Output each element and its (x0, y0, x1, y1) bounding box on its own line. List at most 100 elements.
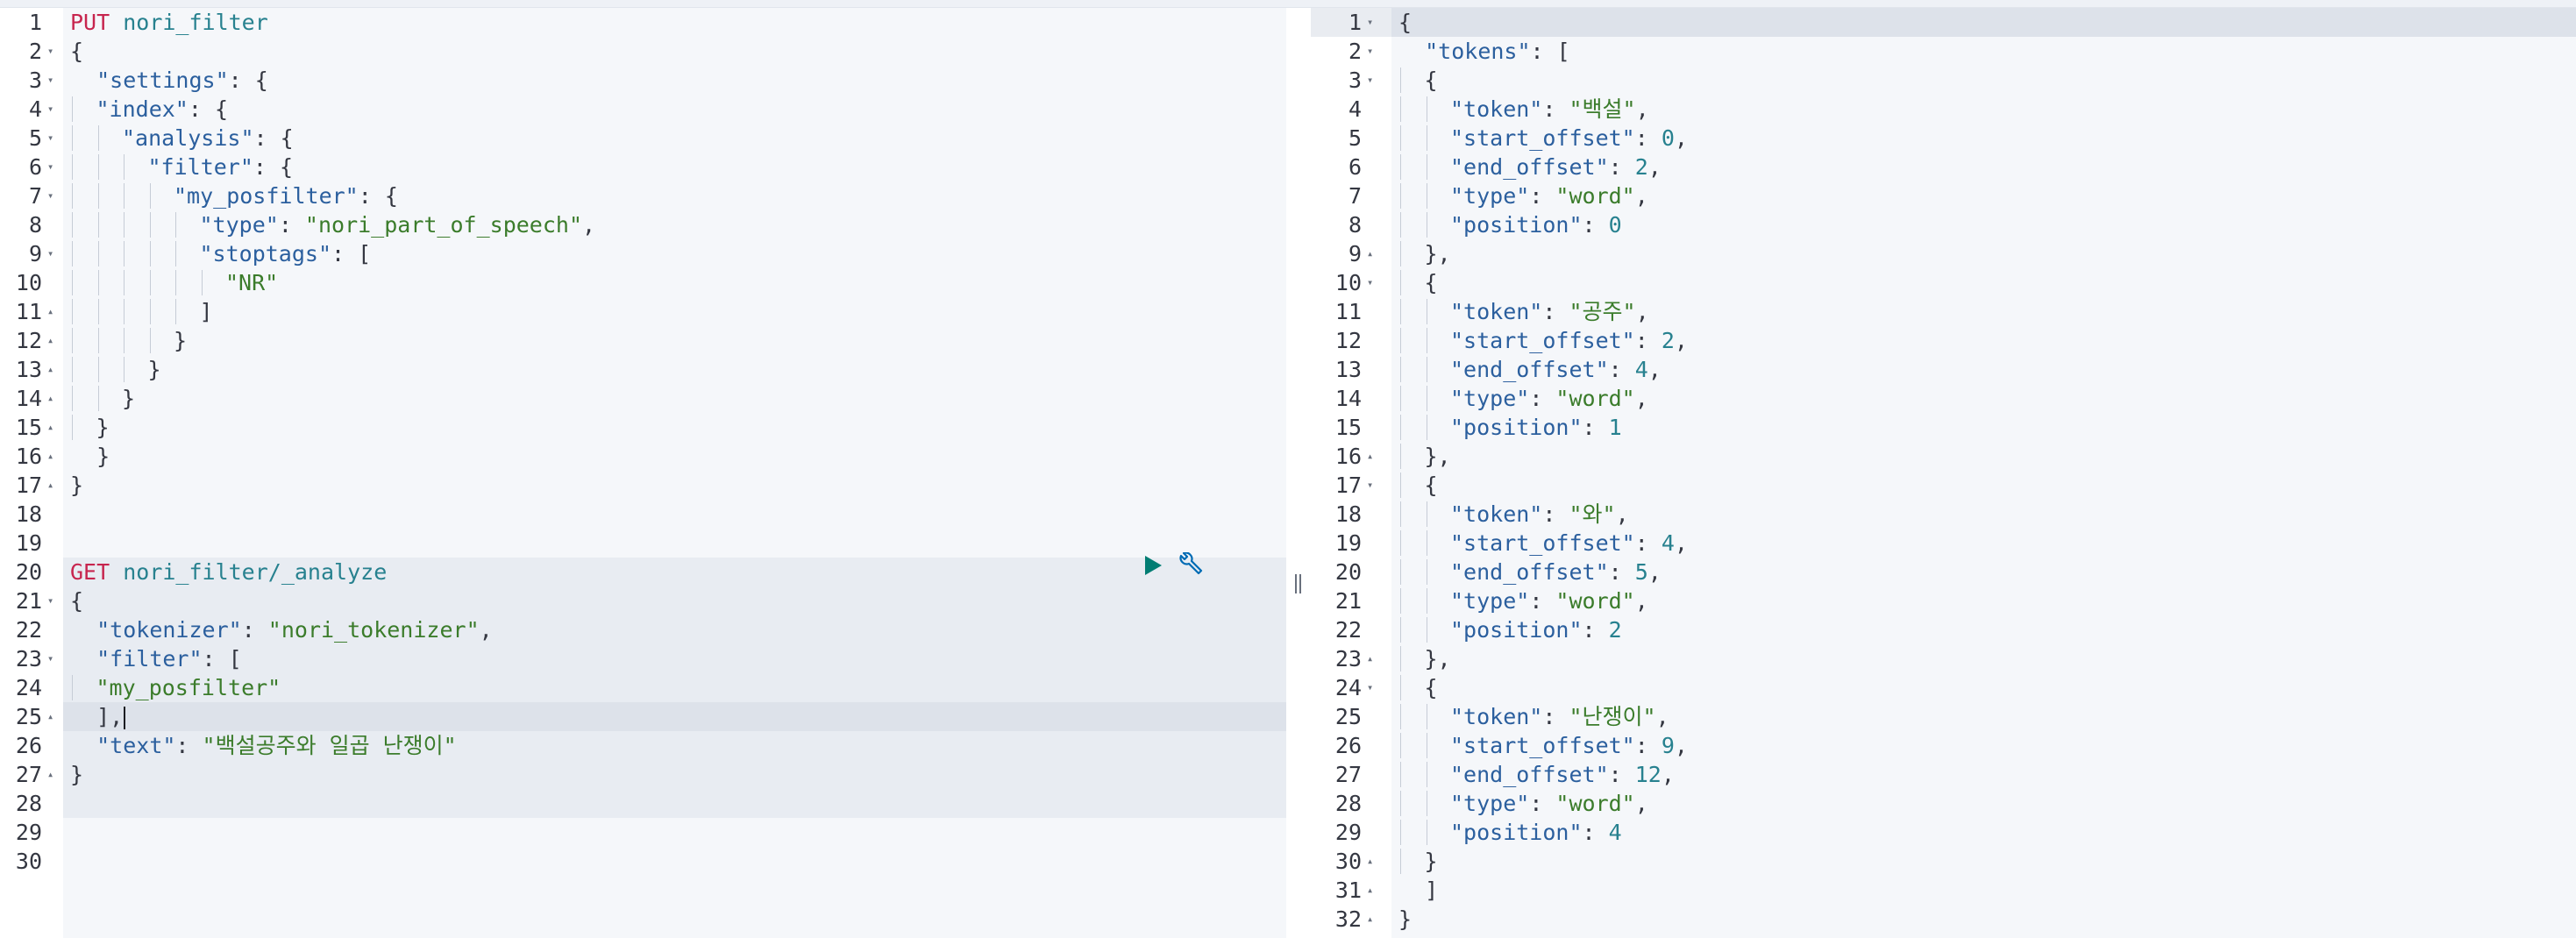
request-code-line[interactable]: GET nori_filter/_analyze (63, 558, 1286, 586)
response-code-line[interactable]: "position": 0 (1391, 210, 2576, 239)
fold-close-icon[interactable]: ▴ (47, 384, 53, 413)
request-code-line[interactable]: } (63, 442, 1286, 471)
request-code-line[interactable]: ] (63, 297, 1286, 326)
fold-open-icon[interactable]: ▾ (1367, 673, 1373, 702)
response-code-line[interactable]: "start_offset": 9, (1391, 731, 2576, 760)
fold-open-icon[interactable]: ▾ (47, 181, 53, 210)
response-code-line[interactable]: "type": "word", (1391, 384, 2576, 413)
fold-close-icon[interactable]: ▴ (47, 760, 53, 789)
response-code-line[interactable]: "end_offset": 5, (1391, 558, 2576, 586)
response-viewer[interactable]: 1 ▾ 2 ▾ 3 ▾ 4 5 6 7 8 9 ▴ 10 ▾ 11 12 13 14 15 16 ▴ 17 ▾ 18 19 20 21… (1311, 8, 2576, 938)
request-code-line[interactable] (63, 818, 1286, 847)
response-code-line[interactable]: { (1391, 268, 2576, 297)
request-editor[interactable]: 1 2 ▾ 3 ▾ 4 ▾ 5 ▾ 6 ▾ 7 ▾ 8 9 ▾ 10 11 ▴ 12 ▴ 13 ▴ 14 ▴ 15 ▴ 16 ▴ 17 ▴ 1… (0, 8, 1286, 938)
fold-open-icon[interactable]: ▾ (47, 95, 53, 124)
wrench-settings-button[interactable] (1177, 552, 1203, 579)
request-code-line[interactable]: "my_posfilter" (63, 673, 1286, 702)
request-code-line[interactable] (63, 529, 1286, 558)
request-code-line[interactable]: { (63, 586, 1286, 615)
response-code-line[interactable]: "type": "word", (1391, 586, 2576, 615)
response-code-line[interactable]: ] (1391, 876, 2576, 905)
request-code-line[interactable]: } (63, 384, 1286, 413)
fold-open-icon[interactable]: ▾ (1367, 471, 1373, 500)
response-code-line[interactable]: { (1391, 673, 2576, 702)
response-code-line[interactable]: "end_offset": 4, (1391, 355, 2576, 384)
request-code-line[interactable]: "analysis": { (63, 124, 1286, 153)
request-code-line[interactable]: "settings": { (63, 66, 1286, 95)
fold-close-icon[interactable]: ▴ (47, 297, 53, 326)
request-code-line[interactable] (63, 847, 1286, 876)
request-code-line[interactable]: } (63, 326, 1286, 355)
response-code-line[interactable]: }, (1391, 239, 2576, 268)
request-code-line[interactable]: PUT nori_filter (63, 8, 1286, 37)
fold-open-icon[interactable]: ▾ (47, 37, 53, 66)
response-code-line[interactable]: }, (1391, 644, 2576, 673)
request-code-line[interactable]: "type": "nori_part_of_speech", (63, 210, 1286, 239)
response-code-line[interactable]: "type": "word", (1391, 789, 2576, 818)
response-code-line[interactable]: "start_offset": 0, (1391, 124, 2576, 153)
response-code-line[interactable]: "position": 2 (1391, 615, 2576, 644)
request-code-line[interactable]: "filter": { (63, 153, 1286, 181)
request-code-line[interactable]: } (63, 355, 1286, 384)
response-code-line[interactable]: "token": "난쟁이", (1391, 702, 2576, 731)
fold-close-icon[interactable]: ▴ (47, 413, 53, 442)
fold-close-icon[interactable]: ▴ (1367, 442, 1373, 471)
fold-close-icon[interactable]: ▴ (47, 702, 53, 731)
response-code-line[interactable]: { (1391, 8, 2576, 37)
response-code-line[interactable]: { (1391, 471, 2576, 500)
request-code-line[interactable]: } (63, 760, 1286, 789)
response-code-line[interactable]: "token": "와", (1391, 500, 2576, 529)
fold-open-icon[interactable]: ▾ (1367, 37, 1373, 66)
response-code-line[interactable]: }, (1391, 442, 2576, 471)
response-code-line[interactable]: "end_offset": 2, (1391, 153, 2576, 181)
request-code-line[interactable]: } (63, 471, 1286, 500)
response-code-line[interactable]: "token": "공주", (1391, 297, 2576, 326)
fold-close-icon[interactable]: ▴ (1367, 905, 1373, 934)
fold-open-icon[interactable]: ▾ (47, 586, 53, 615)
fold-close-icon[interactable]: ▴ (47, 326, 53, 355)
fold-close-icon[interactable]: ▴ (47, 355, 53, 384)
request-code-line[interactable]: "text": "백설공주와 일곱 난쟁이" (63, 731, 1286, 760)
request-code-area[interactable]: PUT nori_filter{ "settings": {"index": {… (63, 8, 1286, 938)
pane-splitter[interactable] (1286, 8, 1311, 938)
fold-open-icon[interactable]: ▾ (47, 239, 53, 268)
fold-close-icon[interactable]: ▴ (1367, 644, 1373, 673)
request-code-line[interactable]: { (63, 37, 1286, 66)
resize-handle-icon[interactable] (1295, 574, 1302, 593)
fold-close-icon[interactable]: ▴ (1367, 876, 1373, 905)
response-code-line[interactable]: "type": "word", (1391, 181, 2576, 210)
request-code-line[interactable]: "index": { (63, 95, 1286, 124)
response-code-line[interactable]: } (1391, 847, 2576, 876)
fold-close-icon[interactable]: ▴ (1367, 239, 1373, 268)
fold-open-icon[interactable]: ▾ (1367, 66, 1373, 95)
fold-open-icon[interactable]: ▾ (47, 153, 53, 181)
fold-close-icon[interactable]: ▴ (47, 442, 53, 471)
response-code-line[interactable]: } (1391, 905, 2576, 934)
response-code-line[interactable]: "token": "백설", (1391, 95, 2576, 124)
fold-open-icon[interactable]: ▾ (1367, 268, 1373, 297)
request-code-line[interactable]: } (63, 413, 1286, 442)
fold-open-icon[interactable]: ▾ (47, 66, 53, 95)
request-code-line[interactable]: "NR" (63, 268, 1286, 297)
request-code-line[interactable]: "my_posfilter": { (63, 181, 1286, 210)
response-code-area[interactable]: { "tokens": [{"token": "백설", "start_offse… (1391, 8, 2576, 938)
request-code-line[interactable]: ], (63, 702, 1286, 731)
fold-close-icon[interactable]: ▴ (1367, 847, 1373, 876)
response-code-line[interactable]: "start_offset": 4, (1391, 529, 2576, 558)
fold-open-icon[interactable]: ▾ (47, 124, 53, 153)
run-request-button[interactable] (1140, 552, 1166, 579)
response-code-line[interactable]: "position": 4 (1391, 818, 2576, 847)
request-code-line[interactable]: "tokenizer": "nori_tokenizer", (63, 615, 1286, 644)
response-code-line[interactable]: "tokens": [ (1391, 37, 2576, 66)
fold-open-icon[interactable]: ▾ (47, 644, 53, 673)
response-code-line[interactable]: "start_offset": 2, (1391, 326, 2576, 355)
request-code-line[interactable]: "stoptags": [ (63, 239, 1286, 268)
request-code-line[interactable] (63, 789, 1286, 818)
response-code-line[interactable]: { (1391, 66, 2576, 95)
fold-close-icon[interactable]: ▴ (47, 471, 53, 500)
response-code-line[interactable]: "end_offset": 12, (1391, 760, 2576, 789)
fold-open-icon[interactable]: ▾ (1367, 8, 1373, 37)
request-code-line[interactable]: "filter": [ (63, 644, 1286, 673)
request-code-line[interactable] (63, 500, 1286, 529)
response-code-line[interactable]: "position": 1 (1391, 413, 2576, 442)
